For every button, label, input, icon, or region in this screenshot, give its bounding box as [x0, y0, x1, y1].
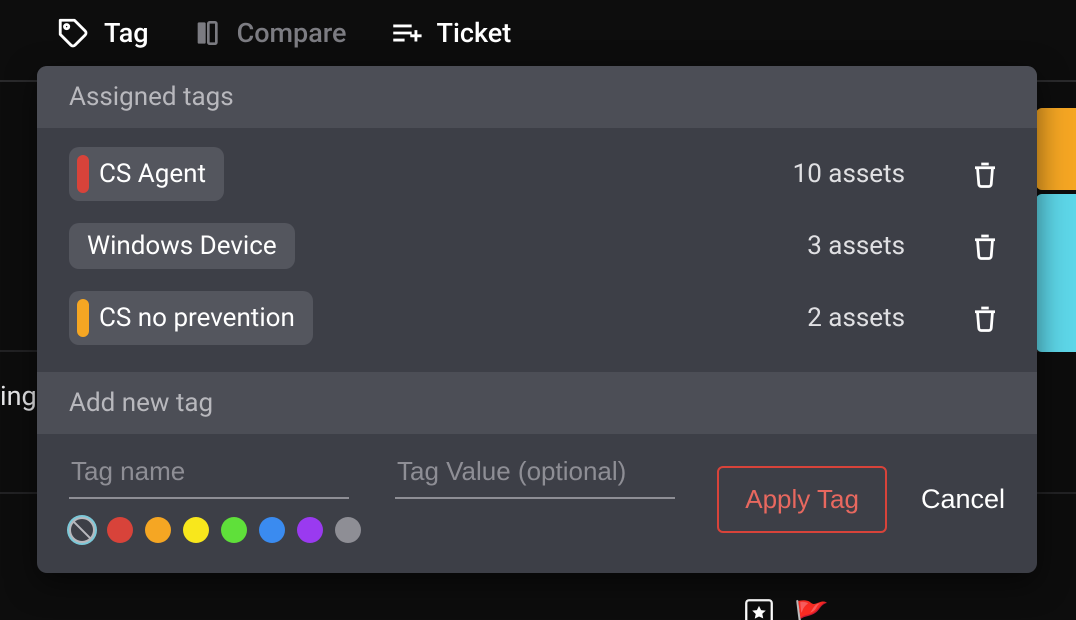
ticket-action-label: Ticket: [437, 17, 512, 49]
star-box-icon[interactable]: [742, 596, 776, 620]
tag-icon: [56, 16, 90, 50]
assigned-tags-list: CS Agent 10 assets Windows Device 3 asse…: [37, 128, 1037, 372]
tag-chip[interactable]: Windows Device: [69, 223, 295, 269]
compare-action-label: Compare: [237, 17, 347, 49]
tag-action[interactable]: Tag: [56, 16, 149, 50]
tag-row: CS Agent 10 assets: [69, 138, 1005, 210]
tag-label: CS Agent: [99, 159, 206, 189]
add-new-tag-header: Add new tag: [37, 372, 1037, 434]
bottom-icon-row: 🚩: [742, 596, 829, 620]
tag-label: Windows Device: [87, 231, 277, 261]
color-option-yellow[interactable]: [183, 517, 209, 543]
color-option-gray[interactable]: [335, 517, 361, 543]
tag-action-label: Tag: [104, 17, 149, 49]
apply-tag-button[interactable]: Apply Tag: [717, 466, 887, 533]
color-picker: [69, 517, 361, 543]
compare-icon: [191, 17, 223, 49]
trash-icon: [970, 229, 1000, 263]
tag-row: Windows Device 3 assets: [69, 210, 1005, 282]
add-tag-form: Apply Tag Cancel: [37, 434, 1037, 573]
ticket-action[interactable]: Ticket: [389, 16, 512, 50]
color-option-orange[interactable]: [145, 517, 171, 543]
bg-tab-cyan: [1036, 194, 1076, 352]
bg-tab-orange: [1036, 108, 1076, 190]
color-option-red[interactable]: [107, 517, 133, 543]
tag-value-input[interactable]: [395, 452, 675, 499]
tag-chip[interactable]: CS Agent: [69, 147, 224, 201]
action-toolbar: Tag Compare Ticket: [0, 0, 1076, 66]
tag-asset-count: 3 assets: [807, 231, 965, 261]
delete-tag-button[interactable]: [965, 157, 1005, 191]
tag-color-swatch: [77, 299, 89, 337]
playlist-add-icon: [389, 16, 423, 50]
assigned-tags-header: Assigned tags: [37, 66, 1037, 128]
tag-color-swatch: [77, 155, 89, 193]
form-actions: Apply Tag Cancel: [717, 452, 1005, 533]
trash-icon: [970, 301, 1000, 335]
delete-tag-button[interactable]: [965, 301, 1005, 335]
color-option-blue[interactable]: [259, 517, 285, 543]
cancel-button[interactable]: Cancel: [921, 484, 1005, 515]
trash-icon: [970, 157, 1000, 191]
tag-asset-count: 10 assets: [793, 159, 965, 189]
bg-text-fragment: ing: [0, 380, 37, 412]
color-option-none[interactable]: [69, 517, 95, 543]
tag-row: CS no prevention 2 assets: [69, 282, 1005, 354]
color-option-green[interactable]: [221, 517, 247, 543]
flag-icon[interactable]: 🚩: [794, 599, 829, 620]
tag-asset-count: 2 assets: [807, 303, 965, 333]
tag-name-input[interactable]: [69, 452, 349, 499]
compare-action[interactable]: Compare: [191, 17, 347, 49]
delete-tag-button[interactable]: [965, 229, 1005, 263]
tag-name-column: [69, 452, 361, 543]
tag-panel: Assigned tags CS Agent 10 assets Windows…: [37, 66, 1037, 573]
color-option-purple[interactable]: [297, 517, 323, 543]
tag-label: CS no prevention: [99, 303, 295, 333]
tag-chip[interactable]: CS no prevention: [69, 291, 313, 345]
